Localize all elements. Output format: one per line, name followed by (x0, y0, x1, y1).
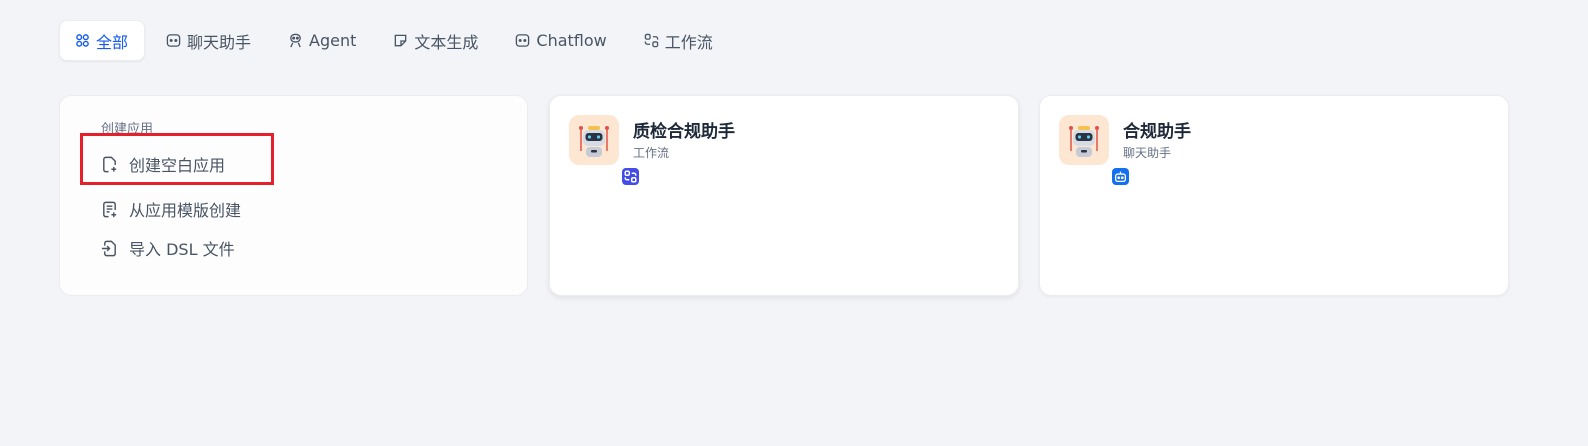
import-dsl-button[interactable]: 导入 DSL 文件 (100, 236, 235, 260)
create-item-label: 从应用模版创建 (129, 201, 242, 220)
app-name: 质检合规助手 (633, 122, 735, 142)
workflow-icon (624, 170, 637, 183)
file-import-icon (101, 240, 116, 256)
app-type: 聊天助手 (1123, 146, 1172, 160)
chat-bot-icon (1114, 171, 1127, 183)
app-type: 工作流 (633, 146, 670, 160)
robot-icon (579, 126, 609, 157)
file-plus-icon (103, 156, 117, 172)
create-item-label: 创建空白应用 (129, 156, 226, 175)
workflow-badge (620, 166, 641, 187)
app-type-tabs: 全部 聊天助手 Agent 文本生成 Chatflow 工作流 (59, 20, 735, 61)
app-avatar (569, 115, 641, 187)
create-app-title: 创建应用 (101, 122, 154, 137)
app-avatar (1059, 115, 1131, 187)
tab-chatflow[interactable]: Chatflow (500, 20, 622, 61)
tab-all[interactable]: 全部 (59, 20, 146, 61)
file-template-icon (103, 201, 117, 217)
grid-icon (76, 34, 89, 47)
tab-chat-assistant[interactable]: 聊天助手 (151, 20, 267, 61)
workflow-icon (644, 33, 658, 48)
create-blank-app-button[interactable]: 创建空白应用 (100, 152, 225, 176)
tab-workflow[interactable]: 工作流 (629, 20, 729, 61)
agent-icon (290, 33, 301, 48)
tab-agent[interactable]: Agent (273, 20, 372, 61)
tab-label: 文本生成 (414, 32, 479, 52)
create-item-label: 导入 DSL 文件 (129, 240, 235, 259)
robot-icon (1069, 126, 1099, 157)
app-card[interactable]: 合规助手 聊天助手 (1039, 95, 1509, 296)
tab-label: 工作流 (664, 32, 713, 52)
create-from-template-button[interactable]: 从应用模版创建 (100, 197, 241, 221)
tab-label: Chatflow (536, 31, 607, 50)
create-app-card: 创建应用 创建空白应用 从应用模版创建 导入 DSL 文件 (59, 95, 528, 296)
chat-bot-badge (1110, 166, 1131, 187)
tab-label: Agent (309, 31, 357, 50)
tab-text-generation[interactable]: 文本生成 (378, 20, 494, 61)
chatflow-icon (516, 34, 530, 47)
chat-bubble-icon (166, 34, 181, 47)
document-icon (395, 34, 407, 47)
app-card[interactable]: 质检合规助手 工作流 (549, 95, 1019, 296)
tab-label: 全部 (96, 32, 129, 52)
tab-label: 聊天助手 (187, 32, 252, 52)
app-name: 合规助手 (1123, 122, 1191, 142)
